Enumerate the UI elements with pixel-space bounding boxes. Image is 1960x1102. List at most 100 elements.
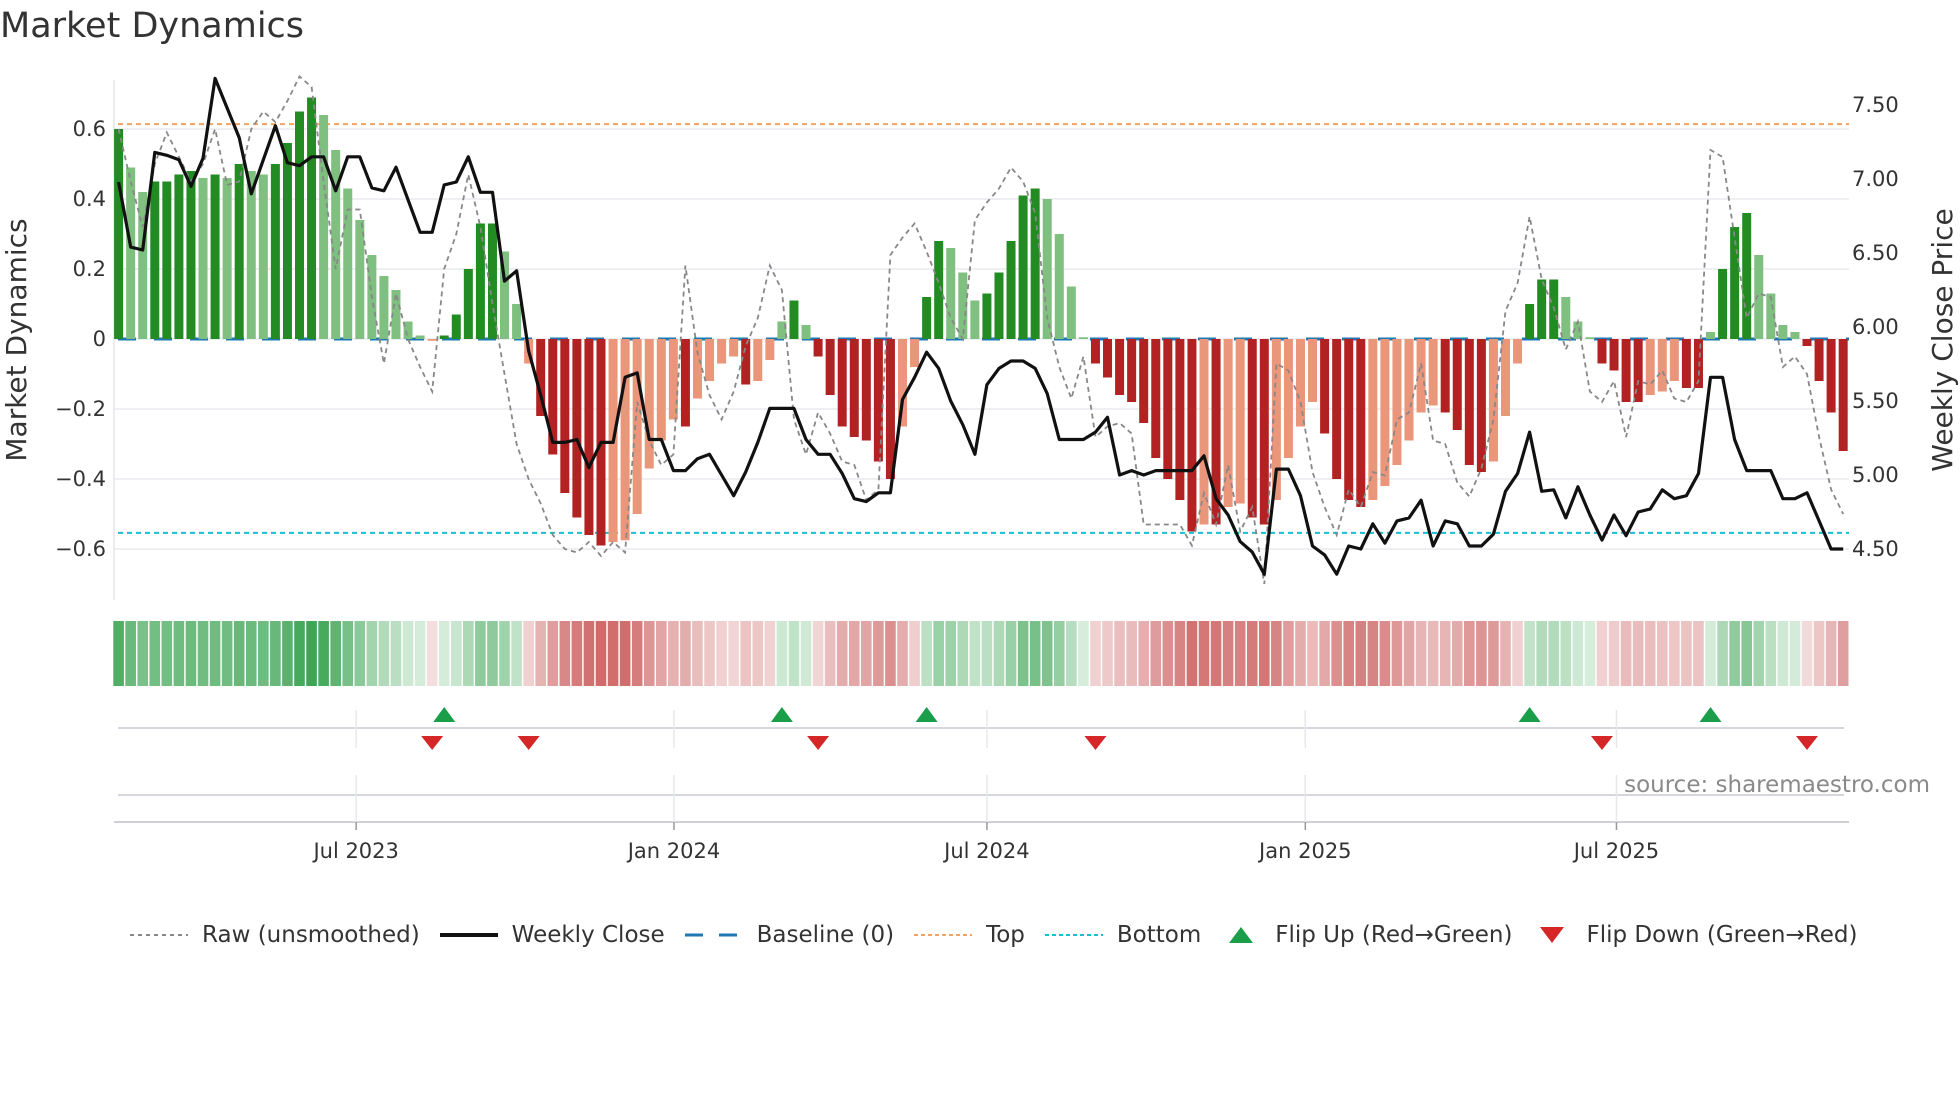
dynamics-bar <box>150 181 160 339</box>
dynamics-bar <box>729 339 739 357</box>
heat-strip-cell <box>861 621 872 686</box>
heat-strip-cell <box>1053 621 1065 686</box>
heat-strip-cell <box>631 621 643 686</box>
heat-strip-cell <box>414 621 426 686</box>
heat-strip-cell <box>1355 621 1367 686</box>
dynamics-bar <box>644 339 654 469</box>
dynamics-bar <box>1778 325 1788 339</box>
flip-down-marker <box>1590 736 1613 750</box>
dynamics-bar <box>1295 339 1305 427</box>
dynamics-bar <box>692 339 702 399</box>
dynamics-bar <box>379 276 389 339</box>
heat-strip-cell <box>1379 621 1391 686</box>
dynamics-bar <box>1561 297 1571 339</box>
dynamics-bar <box>982 293 992 339</box>
heat-strip-cell <box>125 621 136 686</box>
dynamics-bar <box>946 248 956 339</box>
heat-strip-cell <box>680 621 691 686</box>
y-tick-label: 0.4 <box>73 187 106 211</box>
heat-strip-cell <box>1608 621 1620 686</box>
dynamics-bar <box>910 339 920 367</box>
dynamics-bar <box>1151 339 1161 458</box>
heat-strip-cell <box>487 621 498 686</box>
dynamics-bar <box>837 339 847 427</box>
dynamics-bar <box>1826 339 1836 413</box>
dynamics-bar <box>680 339 690 427</box>
heat-strip-cell <box>728 621 739 686</box>
heat-strip-cell <box>1367 621 1379 686</box>
dynamics-bar <box>1332 339 1342 479</box>
heat-strip-cell <box>1681 621 1692 686</box>
heat-strip-cell <box>426 621 438 686</box>
heat-strip-cell <box>547 621 559 686</box>
legend-label: Bottom <box>1116 922 1202 948</box>
dynamics-bar <box>1452 339 1462 430</box>
dynamics-bar <box>210 174 220 339</box>
heat-strip-cell <box>1524 621 1535 686</box>
heat-strip-cell <box>342 621 354 686</box>
heat-strip-cell <box>836 621 848 686</box>
heat-strip-cell <box>173 621 185 686</box>
dynamics-bar <box>849 339 859 437</box>
heat-strip-cell <box>535 621 546 686</box>
dynamics-bar <box>1066 286 1076 339</box>
heat-strip-cell <box>1138 621 1149 686</box>
heat-strip-cell <box>523 621 534 686</box>
dynamics-bar <box>970 300 980 339</box>
dynamics-bar <box>1078 337 1088 339</box>
dashed-blue-line-icon <box>684 933 743 937</box>
dynamics-bar <box>1259 339 1269 525</box>
heat-strip-cell <box>258 621 269 686</box>
dynamics-bar <box>1054 234 1064 339</box>
heat-strip-cell <box>764 621 776 686</box>
dynamics-bar <box>1006 241 1016 339</box>
heat-strip-cell <box>1343 621 1355 686</box>
dynamics-bar <box>1681 339 1691 388</box>
heat-strip-cell <box>450 621 462 686</box>
dynamics-bar <box>1115 339 1125 395</box>
flip-down-marker <box>1084 736 1107 750</box>
solid-black-line-icon <box>439 933 498 937</box>
heat-strip-cell <box>1234 621 1246 686</box>
y-right-tick-label: 6.50 <box>1852 241 1899 265</box>
heat-strip-cell <box>1512 621 1523 686</box>
heat-strip-cell <box>366 621 378 686</box>
dashed-orange-line-icon <box>914 934 973 936</box>
dynamics-bar <box>632 339 642 514</box>
heat-strip-cell <box>1451 621 1463 686</box>
heat-strip-cell <box>909 621 920 686</box>
dynamics-bar <box>765 339 775 360</box>
heat-strip-cell <box>1620 621 1632 686</box>
heat-strip-cell <box>692 621 703 686</box>
heat-strip-cell <box>824 621 836 686</box>
y-tick-label: −0.4 <box>55 467 106 491</box>
dynamics-bar <box>1018 195 1028 339</box>
heat-strip-cell <box>812 621 824 686</box>
triangle-down-icon <box>1540 927 1565 943</box>
heat-strip-cell <box>1789 621 1801 686</box>
dynamics-bar <box>415 335 425 339</box>
legend-label: Baseline (0) <box>756 922 895 948</box>
dashed-cyan-line-icon <box>1044 934 1103 936</box>
heat-strip-cell <box>752 621 764 686</box>
heat-strip-cell <box>1041 621 1053 686</box>
dynamics-bar <box>741 339 751 385</box>
heat-strip-cell <box>1825 621 1837 686</box>
heat-strip-cell <box>245 621 257 686</box>
legend-label: Flip Down (Green→Red) <box>1586 922 1858 948</box>
dynamics-bar <box>1488 339 1498 462</box>
y-tick-label: 0.2 <box>73 257 106 281</box>
legend-label: Flip Up (Red→Green) <box>1275 922 1513 948</box>
dynamics-bar <box>1235 339 1245 504</box>
heat-strip-cell <box>619 621 631 686</box>
dynamics-bar <box>825 339 835 395</box>
dynamics-bar <box>1838 339 1848 451</box>
y-right-tick-label: 5.00 <box>1852 463 1899 487</box>
heat-strip-cell <box>1391 621 1403 686</box>
dynamics-bar <box>1718 269 1728 339</box>
heat-strip <box>113 621 1849 686</box>
heat-strip-cell <box>1126 621 1137 686</box>
heat-strip-cell <box>1307 621 1318 686</box>
flip-up-marker <box>770 707 793 722</box>
flip-up-marker <box>433 707 456 722</box>
